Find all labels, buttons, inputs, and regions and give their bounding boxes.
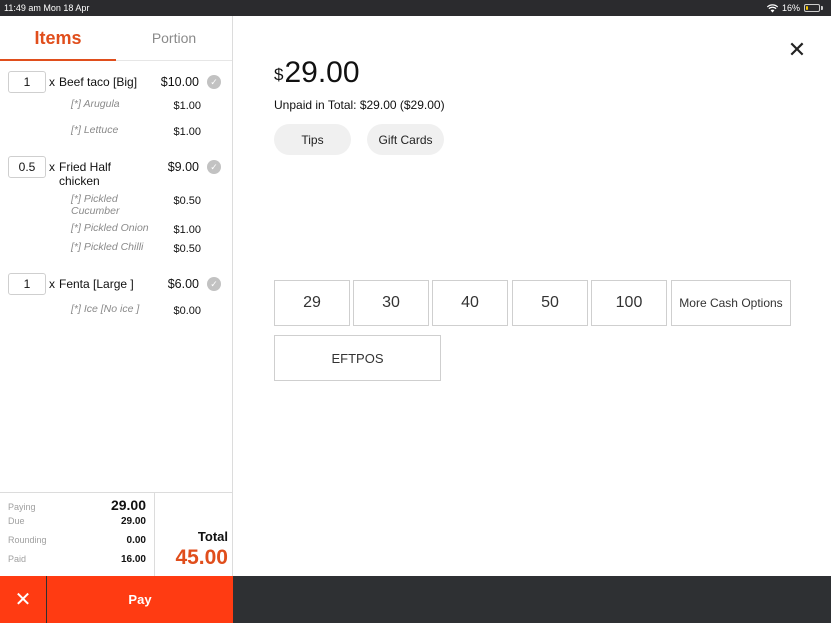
more-cash-options-button[interactable]: More Cash Options	[671, 280, 791, 326]
modifier-price: $1.00	[173, 100, 201, 112]
status-right: 16%	[766, 3, 823, 13]
close-icon: ✕	[14, 589, 32, 611]
modifier-name: [*] Ice [No ice ]	[71, 303, 140, 315]
modifier-row: [*] Lettuce $1.00	[0, 124, 233, 138]
modifier-price: $1.00	[173, 224, 201, 236]
quantity-field[interactable]: 0.5	[8, 156, 46, 178]
modifier-price: $0.50	[173, 243, 201, 255]
wifi-icon	[766, 3, 778, 12]
tips-button[interactable]: Tips	[274, 124, 351, 155]
tab-items[interactable]: Items	[0, 16, 116, 61]
modifier-name: [*] Pickled Cucumber	[71, 193, 120, 217]
summary-rounding: Rounding 0.00	[8, 535, 146, 546]
summary-due: Due 29.00	[8, 516, 146, 527]
times-symbol: x	[49, 277, 55, 291]
item-name: Fried Half chicken	[59, 160, 112, 188]
total-value: 45.00	[175, 546, 228, 569]
summary-paid: Paid 16.00	[8, 554, 146, 565]
checkmark-icon: ✓	[207, 75, 221, 89]
item-name: Fenta [Large ]	[59, 277, 134, 291]
cash-option-button[interactable]: 100	[591, 280, 667, 326]
cash-option-button[interactable]: 50	[512, 280, 588, 326]
summary-total: Total 45.00	[155, 493, 233, 576]
modifier-row: [*] Arugula $1.00	[0, 98, 233, 112]
modifier-name: [*] Pickled Onion	[71, 222, 149, 234]
order-panel: Items Portion 1 x Beef taco [Big] $10.00…	[0, 16, 233, 576]
close-icon[interactable]: ✕	[785, 37, 809, 62]
eftpos-button[interactable]: EFTPOS	[274, 335, 441, 381]
summary-breakdown: Paying 29.00 Due 29.00 Rounding 0.00 Pai…	[0, 493, 155, 576]
item-price: $10.00	[160, 75, 199, 89]
checkmark-icon: ✓	[207, 277, 221, 291]
total-label: Total	[197, 529, 228, 544]
modifier-price: $1.00	[173, 126, 201, 138]
battery-icon	[804, 4, 823, 12]
summary-paying: Paying 29.00	[8, 497, 146, 513]
gift-cards-button[interactable]: Gift Cards	[367, 124, 444, 155]
quantity-field[interactable]: 1	[8, 273, 46, 295]
cash-option-button[interactable]: 29	[274, 280, 350, 326]
item-name: Beef taco [Big]	[59, 75, 138, 89]
order-item[interactable]: 1 x Fenta [Large ] $6.00 ✓ [*] Ice [No i…	[0, 273, 233, 317]
cash-option-button[interactable]: 40	[432, 280, 508, 326]
bottom-bar: ✕ Pay	[0, 576, 831, 623]
modifier-row: [*] Pickled Cucumber $0.50	[0, 193, 233, 217]
order-list: 1 x Beef taco [Big] $10.00 ✓ [*] Arugula…	[0, 71, 233, 335]
order-item[interactable]: 1 x Beef taco [Big] $10.00 ✓ [*] Arugula…	[0, 71, 233, 138]
quantity-field[interactable]: 1	[8, 71, 46, 93]
item-price: $6.00	[167, 277, 199, 291]
status-bar: 11:49 am Mon 18 Apr 16%	[0, 0, 831, 16]
checkmark-icon: ✓	[207, 160, 221, 174]
modifier-name: [*] Lettuce	[71, 124, 119, 136]
battery-percent: 16%	[781, 3, 800, 13]
cash-option-button[interactable]: 30	[353, 280, 429, 326]
pay-button[interactable]: Pay	[47, 576, 233, 623]
times-symbol: x	[49, 75, 55, 89]
cancel-button[interactable]: ✕	[0, 576, 46, 623]
times-symbol: x	[49, 160, 55, 174]
payment-amount: $ 29.00	[274, 56, 360, 90]
status-time-date: 11:49 am Mon 18 Apr	[4, 3, 90, 13]
amount-value: 29.00	[284, 56, 360, 89]
order-tabs: Items Portion	[0, 16, 232, 61]
modifier-row: [*] Pickled Chilli $0.50	[0, 241, 233, 255]
order-item[interactable]: 0.5 x Fried Half chicken $9.00 ✓ [*] Pic…	[0, 156, 233, 255]
modifier-price: $0.50	[173, 195, 201, 207]
order-summary: Paying 29.00 Due 29.00 Rounding 0.00 Pai…	[0, 492, 233, 576]
item-price: $9.00	[167, 160, 199, 174]
modifier-row: [*] Ice [No ice ] $0.00	[0, 303, 233, 317]
tab-portion[interactable]: Portion	[116, 16, 232, 60]
modifier-row: [*] Pickled Onion $1.00	[0, 222, 233, 236]
unpaid-total: Unpaid in Total: $29.00 ($29.00)	[274, 98, 445, 112]
modifier-name: [*] Pickled Chilli	[71, 241, 144, 253]
currency-symbol: $	[274, 65, 284, 84]
modifier-price: $0.00	[173, 305, 201, 317]
modifier-name: [*] Arugula	[71, 98, 120, 110]
